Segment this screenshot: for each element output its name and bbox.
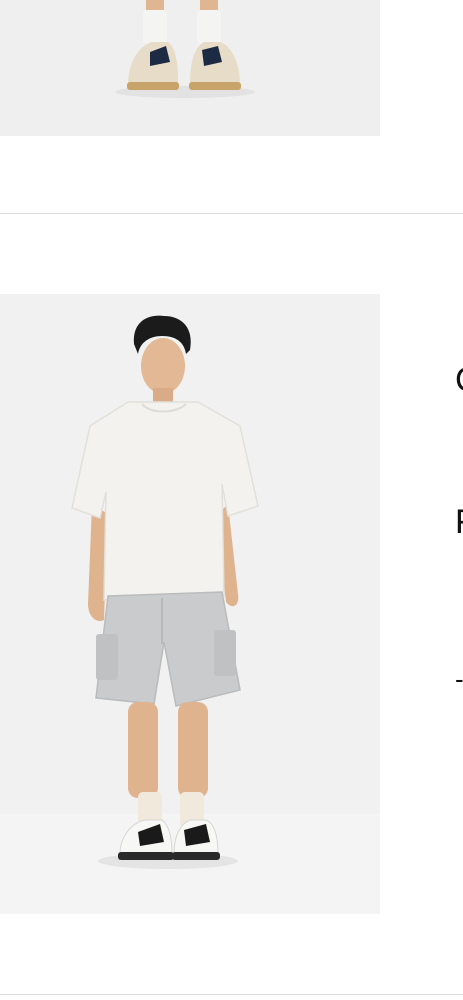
divider <box>0 213 463 214</box>
product-extra: - <box>455 664 463 694</box>
product-list: C F - <box>0 0 463 1000</box>
product-image-1[interactable] <box>0 0 380 136</box>
divider <box>0 994 463 995</box>
product-photo-icon <box>0 0 380 136</box>
product-photo-icon <box>0 294 380 914</box>
product-info-2: C F - <box>455 294 463 914</box>
product-price: F <box>455 502 463 542</box>
product-name[interactable]: C <box>455 360 463 400</box>
product-image-2[interactable] <box>0 294 380 914</box>
